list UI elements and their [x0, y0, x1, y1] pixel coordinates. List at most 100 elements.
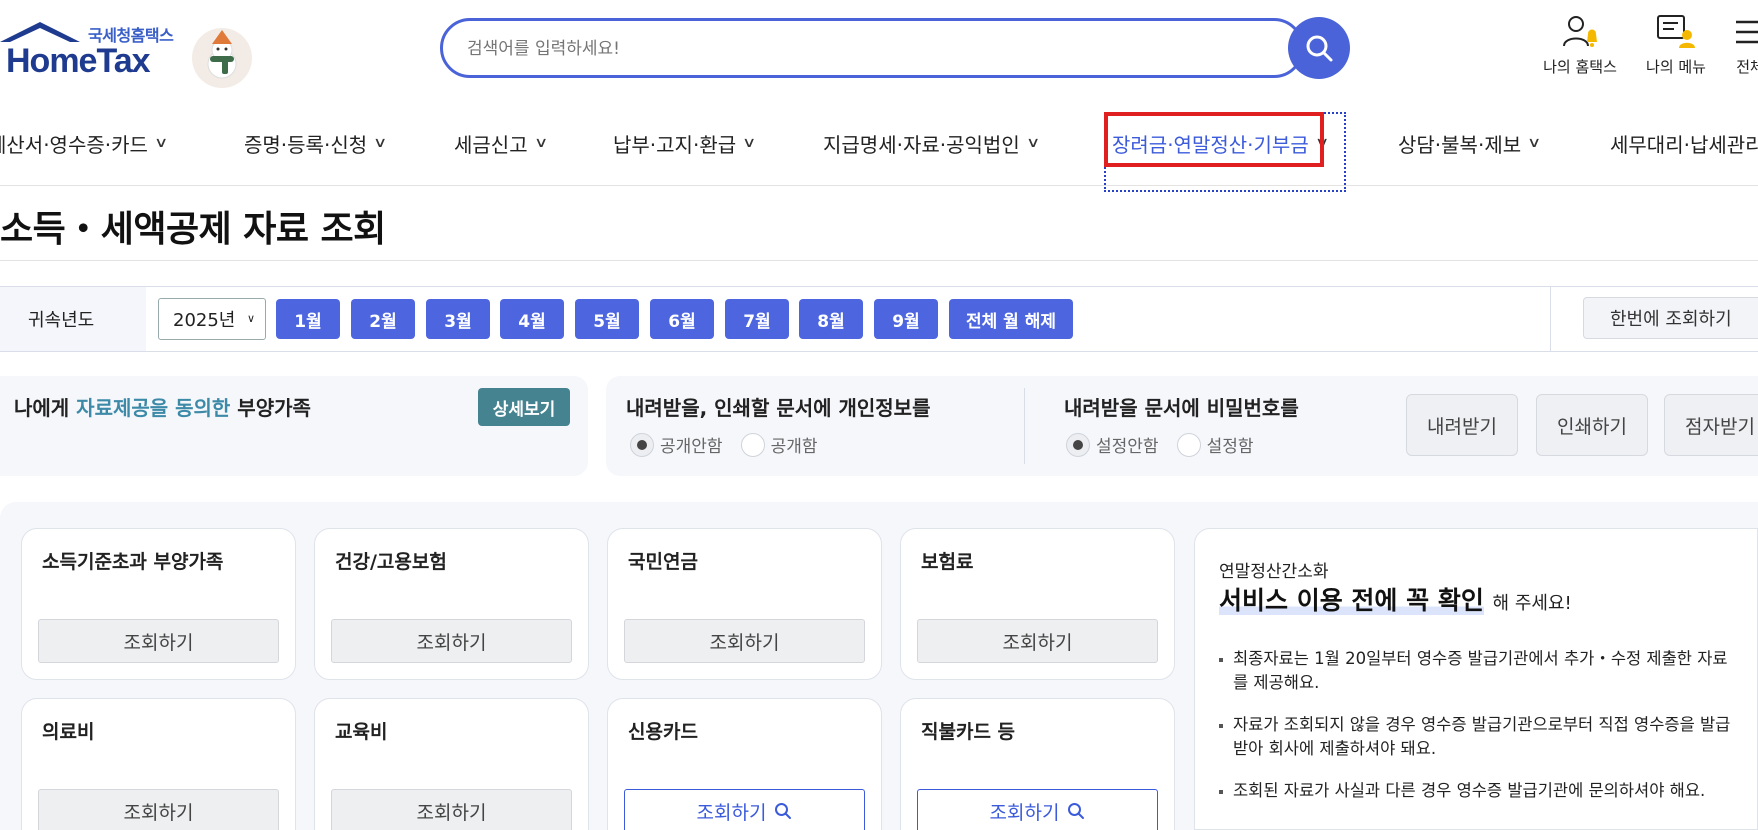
nav-item-consulting[interactable]: 상담·불복·제보 ∨	[1398, 122, 1542, 164]
query-button[interactable]: 조회하기	[917, 619, 1158, 663]
nav-item-label: 세무대리·납세관리	[1610, 132, 1758, 157]
search-icon	[1306, 35, 1333, 62]
query-button[interactable]: 조회하기	[331, 789, 572, 830]
title-divider	[0, 260, 1758, 261]
my-hometax-link[interactable]: 나의 홈택스	[1530, 14, 1630, 77]
onetime-query-button[interactable]: 한번에 조회하기	[1583, 297, 1758, 339]
month-button-5[interactable]: 5월	[575, 299, 639, 339]
query-button[interactable]: 조회하기	[624, 619, 865, 663]
consent-highlight: 자료제공을 동의한	[76, 396, 231, 420]
nav-item-tax-filing[interactable]: 세금신고 ∨	[454, 122, 548, 164]
nav-item-label: 지급명세·자료·공익법인	[823, 132, 1020, 157]
chevron-down-icon: ∨	[1527, 135, 1542, 151]
nav-item-tax-agent[interactable]: 세무대리·납세관리	[1610, 122, 1758, 164]
card-credit-card: 신용카드 조회하기	[607, 698, 882, 830]
password-off-radio[interactable]	[1066, 432, 1090, 457]
search-icon	[1068, 803, 1085, 819]
month-button-8[interactable]: 8월	[799, 299, 863, 339]
password-on-label: 설정함	[1206, 437, 1254, 457]
notice-title-tail: 해 주세요!	[1492, 593, 1572, 614]
card-debit-card: 직불카드 등 조회하기	[900, 698, 1175, 830]
nav-item-label: 세금신고	[454, 132, 528, 157]
month-button-1[interactable]: 1월	[276, 299, 340, 339]
detail-view-button[interactable]: 상세보기	[478, 388, 570, 426]
search-input[interactable]	[467, 33, 1227, 65]
main-nav: 계산서·영수증·카드 ∨ 증명·등록·신청 ∨ 세금신고 ∨ 납부·고지·환급 ∨ 지급…	[0, 110, 1758, 186]
card-education: 교육비 조회하기	[314, 698, 589, 830]
search-box[interactable]	[440, 18, 1304, 78]
search-bar	[440, 17, 1350, 79]
card-title: 직불카드 등	[921, 721, 1016, 743]
card-medical: 의료비 조회하기	[21, 698, 296, 830]
notice-item: 최종자료는 1월 20일부터 영수증 발급기관에서 추가・수정 제출한 자료를 …	[1219, 647, 1739, 695]
privacy-show-label: 공개함	[770, 437, 818, 457]
clear-all-months-button[interactable]: 전체 월 해제	[949, 299, 1073, 339]
chevron-down-icon: ∨	[533, 135, 548, 151]
notice-list: 최종자료는 1월 20일부터 영수증 발급기관에서 추가・수정 제출한 자료를 …	[1219, 647, 1739, 821]
card-title: 국민연금	[628, 551, 698, 573]
chat-user-icon	[1657, 15, 1695, 48]
notice-title: 서비스 이용 전에 꼭 확인 해 주세요!	[1219, 581, 1572, 617]
nav-highlight-box	[1104, 112, 1324, 167]
query-button[interactable]: 조회하기	[38, 789, 279, 830]
privacy-question: 내려받을, 인쇄할 문서에 개인정보를	[626, 396, 931, 420]
nav-item-certificate[interactable]: 증명·등록·신청 ∨	[244, 122, 388, 164]
nav-item-payment[interactable]: 납부·고지·환급 ∨	[613, 122, 757, 164]
card-income-dependents: 소득기준초과 부양가족 조회하기	[21, 528, 296, 680]
page-title: 소득・세액공제 자료 조회	[0, 209, 386, 250]
snowman-mascot-icon	[192, 28, 252, 88]
chevron-down-icon: ∨	[373, 135, 388, 151]
card-title: 신용카드	[628, 721, 698, 743]
privacy-radio-group: 공개안함 공개함	[630, 432, 817, 457]
search-button[interactable]	[1288, 17, 1350, 79]
query-button[interactable]: 조회하기	[917, 789, 1158, 830]
user-bell-icon	[1563, 16, 1597, 47]
password-radio-group: 설정안함 설정함	[1066, 432, 1253, 457]
query-button[interactable]: 조회하기	[331, 619, 572, 663]
year-label: 귀속년도	[0, 287, 146, 351]
password-on-radio[interactable]	[1176, 432, 1201, 457]
month-button-3[interactable]: 3월	[426, 299, 490, 339]
month-button-6[interactable]: 6월	[650, 299, 714, 339]
chevron-down-icon: ∨	[153, 135, 169, 151]
month-button-2[interactable]: 2월	[351, 299, 415, 339]
month-button-9[interactable]: 9월	[874, 299, 938, 339]
query-button-label: 조회하기	[989, 801, 1060, 824]
chevron-down-icon: ∨	[246, 312, 255, 325]
year-select[interactable]: 2025년 ∨	[158, 298, 266, 340]
query-button[interactable]: 조회하기	[624, 789, 865, 830]
all-menu-link[interactable]: 전체	[1700, 14, 1758, 77]
nav-item-invoice[interactable]: 계산서·영수증·카드 ∨	[0, 122, 169, 164]
notice-panel: 연말정산간소화 서비스 이용 전에 꼭 확인 해 주세요! 최종자료는 1월 2…	[1194, 528, 1758, 830]
notice-item: 자료가 조회되지 않을 경우 영수증 발급기관으로부터 직접 영수증을 발급받아…	[1219, 713, 1739, 761]
card-title: 의료비	[42, 721, 95, 743]
year-filter-bar: 귀속년도 2025년 ∨ 1월 2월 3월 4월 5월 6월 7월 8월 9월 …	[0, 286, 1758, 352]
month-button-7[interactable]: 7월	[725, 299, 789, 339]
month-button-4[interactable]: 4월	[500, 299, 564, 339]
chevron-down-icon: ∨	[742, 135, 757, 151]
privacy-hide-label: 공개안함	[660, 437, 723, 457]
year-select-value: 2025년	[173, 310, 236, 331]
nav-item-label: 납부·고지·환급	[613, 132, 737, 157]
card-title: 보험료	[921, 551, 974, 573]
hometax-logo[interactable]: 국세청홈택스 HomeTax	[0, 18, 260, 88]
nav-item-label: 상담·불복·제보	[1398, 132, 1522, 157]
privacy-hide-radio[interactable]	[630, 432, 654, 457]
password-off-label: 설정안함	[1096, 437, 1159, 457]
query-button[interactable]: 조회하기	[38, 619, 279, 663]
card-insurance: 보험료 조회하기	[900, 528, 1175, 680]
privacy-show-radio[interactable]	[740, 432, 765, 457]
download-button[interactable]: 내려받기	[1406, 394, 1518, 456]
nav-item-statement[interactable]: 지급명세·자료·공익법인 ∨	[823, 122, 1041, 164]
my-hometax-label: 나의 홈택스	[1543, 58, 1617, 76]
password-question: 내려받을 문서에 비밀번호를	[1064, 396, 1299, 420]
chevron-down-icon: ∨	[1025, 135, 1041, 151]
card-title: 건강/고용보험	[335, 551, 447, 573]
braille-button[interactable]: 점자받기	[1664, 394, 1758, 456]
search-icon	[775, 803, 792, 819]
onetime-query-cell: 한번에 조회하기	[1550, 287, 1758, 351]
menu-icon	[1736, 20, 1758, 44]
consent-dependents-text: 나에게 자료제공을 동의한 부양가족	[14, 392, 311, 421]
logo-title: HomeTax	[6, 42, 151, 80]
print-button[interactable]: 인쇄하기	[1536, 394, 1648, 456]
